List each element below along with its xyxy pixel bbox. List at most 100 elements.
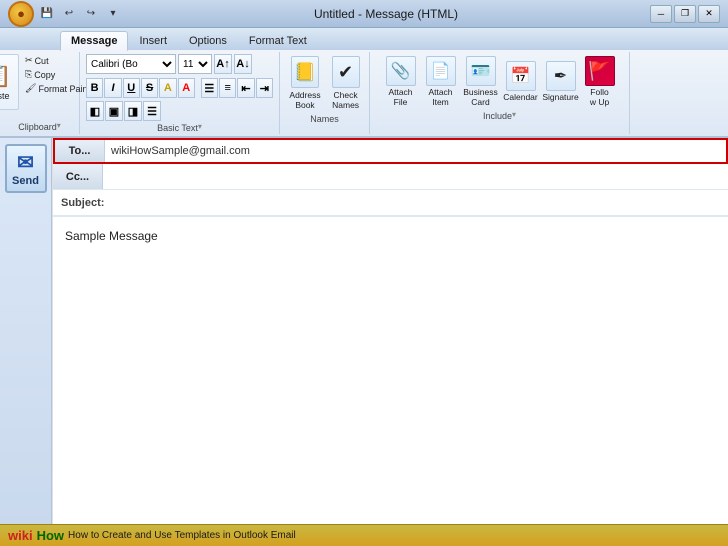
- clipboard-group: 📋 Paste ✂ Cut ⎘ Copy 🖌 Format Painter C: [0, 52, 80, 134]
- names-label-row: Names: [286, 112, 363, 124]
- basic-text-expand-arrow[interactable]: ▾: [198, 122, 202, 133]
- office-button[interactable]: ●: [8, 1, 34, 27]
- subject-label: Subject:: [53, 197, 112, 209]
- cc-input[interactable]: [103, 164, 728, 189]
- basic-text-group-label: Basic Text: [157, 123, 198, 133]
- to-button[interactable]: To...: [55, 140, 105, 162]
- cc-button[interactable]: Cc...: [53, 164, 103, 189]
- increase-indent-button[interactable]: ⇥: [256, 78, 273, 98]
- to-field-row: To...: [53, 138, 728, 164]
- window-title: Untitled - Message (HTML): [314, 7, 458, 21]
- clipboard-label-row: Clipboard ▾: [6, 120, 73, 132]
- align-row: ◧ ▣ ◨ ☰: [86, 101, 273, 121]
- tab-insert[interactable]: Insert: [128, 31, 178, 50]
- text-highlight-button[interactable]: A: [159, 78, 176, 98]
- names-group-label: Names: [310, 114, 339, 124]
- follow-up-button[interactable]: 🚩 Follow Up: [582, 54, 618, 109]
- calendar-button[interactable]: 📅 Calendar: [502, 59, 540, 104]
- address-book-icon: 📒: [291, 56, 319, 88]
- business-card-icon: 🪪: [466, 56, 496, 86]
- include-group: 📎 AttachFile 📄 AttachItem 🪪 BusinessCard…: [370, 52, 630, 134]
- save-qat-btn[interactable]: 💾: [38, 5, 56, 23]
- title-bar: ● 💾 ↩ ↪ ▾ Untitled - Message (HTML) ─ ❐ …: [0, 0, 728, 28]
- address-book-button[interactable]: 📒 AddressBook: [285, 54, 324, 112]
- calendar-label: Calendar: [503, 92, 538, 102]
- font-color-button[interactable]: A: [178, 78, 195, 98]
- attach-file-button[interactable]: 📎 AttachFile: [382, 54, 420, 109]
- send-label: Send: [9, 175, 43, 187]
- decrease-font-btn[interactable]: A↓: [234, 54, 252, 74]
- bullets-button[interactable]: ☰: [201, 78, 218, 98]
- message-text: Sample Message: [65, 229, 158, 243]
- window-controls: ─ ❐ ✕: [650, 5, 720, 23]
- business-card-label: BusinessCard: [463, 87, 498, 107]
- format-painter-icon: 🖌: [25, 83, 36, 94]
- undo-qat-btn[interactable]: ↩: [60, 5, 78, 23]
- fields-area: To... Cc... Subject: Sample Message: [52, 138, 728, 544]
- signature-label: Signature: [542, 92, 578, 102]
- numbering-button[interactable]: ≡: [219, 78, 236, 98]
- strikethrough-button[interactable]: S: [141, 78, 158, 98]
- include-icons: 📎 AttachFile 📄 AttachItem 🪪 BusinessCard…: [382, 54, 618, 109]
- minimize-button[interactable]: ─: [650, 5, 672, 23]
- font-family-select[interactable]: Calibri (Bo: [86, 54, 176, 74]
- wiki-how-logo: How: [37, 528, 64, 543]
- title-bar-left: ● 💾 ↩ ↪ ▾: [8, 1, 122, 27]
- send-button[interactable]: ✉ Send: [5, 144, 47, 193]
- attach-item-button[interactable]: 📄 AttachItem: [422, 54, 460, 109]
- tab-options[interactable]: Options: [178, 31, 238, 50]
- signature-button[interactable]: ✒ Signature: [542, 59, 580, 104]
- attach-file-icon: 📎: [386, 56, 416, 86]
- send-panel: ✉ Send: [0, 138, 52, 544]
- compose-area: ✉ Send To... Cc... Subject: Sample Messa…: [0, 138, 728, 544]
- align-left-button[interactable]: ◧: [86, 101, 104, 121]
- cut-icon: ✂: [25, 55, 33, 66]
- bottom-bar-text: How to Create and Use Templates in Outlo…: [68, 530, 296, 541]
- include-expand-arrow[interactable]: ▾: [512, 110, 516, 121]
- basic-text-group: Calibri (Bo 11 A↑ A↓ B I U S A A ☰ ≡ ⇤ ⇥: [80, 52, 280, 134]
- justify-button[interactable]: ☰: [143, 101, 161, 121]
- follow-up-label: Follow Up: [590, 87, 609, 107]
- copy-icon: ⎘: [25, 69, 32, 80]
- restore-button[interactable]: ❐: [674, 5, 696, 23]
- redo-qat-btn[interactable]: ↪: [82, 5, 100, 23]
- font-row: Calibri (Bo 11 A↑ A↓: [86, 54, 273, 74]
- signature-icon: ✒: [546, 61, 576, 91]
- tab-message[interactable]: Message: [60, 31, 128, 51]
- business-card-button[interactable]: 🪪 BusinessCard: [462, 54, 500, 109]
- wiki-logo: wiki: [8, 528, 33, 543]
- underline-button[interactable]: U: [123, 78, 140, 98]
- increase-font-btn[interactable]: A↑: [214, 54, 232, 74]
- attach-file-label: AttachFile: [388, 87, 412, 107]
- align-right-button[interactable]: ◨: [124, 101, 142, 121]
- paste-label: Paste: [0, 91, 10, 101]
- include-group-label: Include: [483, 111, 512, 121]
- paste-button[interactable]: 📋 Paste: [0, 54, 19, 110]
- bold-button[interactable]: B: [86, 78, 103, 98]
- italic-button[interactable]: I: [104, 78, 121, 98]
- names-group: 📒 AddressBook ✔ CheckNames Names: [280, 52, 370, 134]
- font-size-select[interactable]: 11: [178, 54, 212, 74]
- clipboard-expand-arrow[interactable]: ▾: [57, 121, 61, 132]
- include-label-row: Include ▾: [376, 109, 623, 121]
- decrease-indent-button[interactable]: ⇤: [237, 78, 254, 98]
- subject-field-row: Subject:: [53, 190, 728, 216]
- check-names-icon: ✔: [332, 56, 360, 88]
- attach-item-icon: 📄: [426, 56, 456, 86]
- message-body[interactable]: Sample Message: [53, 216, 728, 516]
- check-names-button[interactable]: ✔ CheckNames: [328, 54, 364, 112]
- tab-format-text[interactable]: Format Text: [238, 31, 318, 50]
- subject-input[interactable]: [112, 190, 728, 215]
- basic-text-content: Calibri (Bo 11 A↑ A↓ B I U S A A ☰ ≡ ⇤ ⇥: [86, 54, 273, 121]
- address-book-label: AddressBook: [289, 90, 320, 110]
- paste-icon: 📋: [0, 63, 12, 89]
- align-center-button[interactable]: ▣: [105, 101, 123, 121]
- close-button[interactable]: ✕: [698, 5, 720, 23]
- to-input[interactable]: [105, 140, 726, 162]
- names-icon-group: 📒 AddressBook ✔ CheckNames: [285, 54, 363, 112]
- ribbon-tab-bar: Message Insert Options Format Text: [0, 28, 728, 50]
- qat-dropdown-btn[interactable]: ▾: [104, 5, 122, 23]
- cc-field-row: Cc...: [53, 164, 728, 190]
- send-icon: ✉: [9, 150, 43, 175]
- basic-text-label-row: Basic Text ▾: [86, 121, 273, 133]
